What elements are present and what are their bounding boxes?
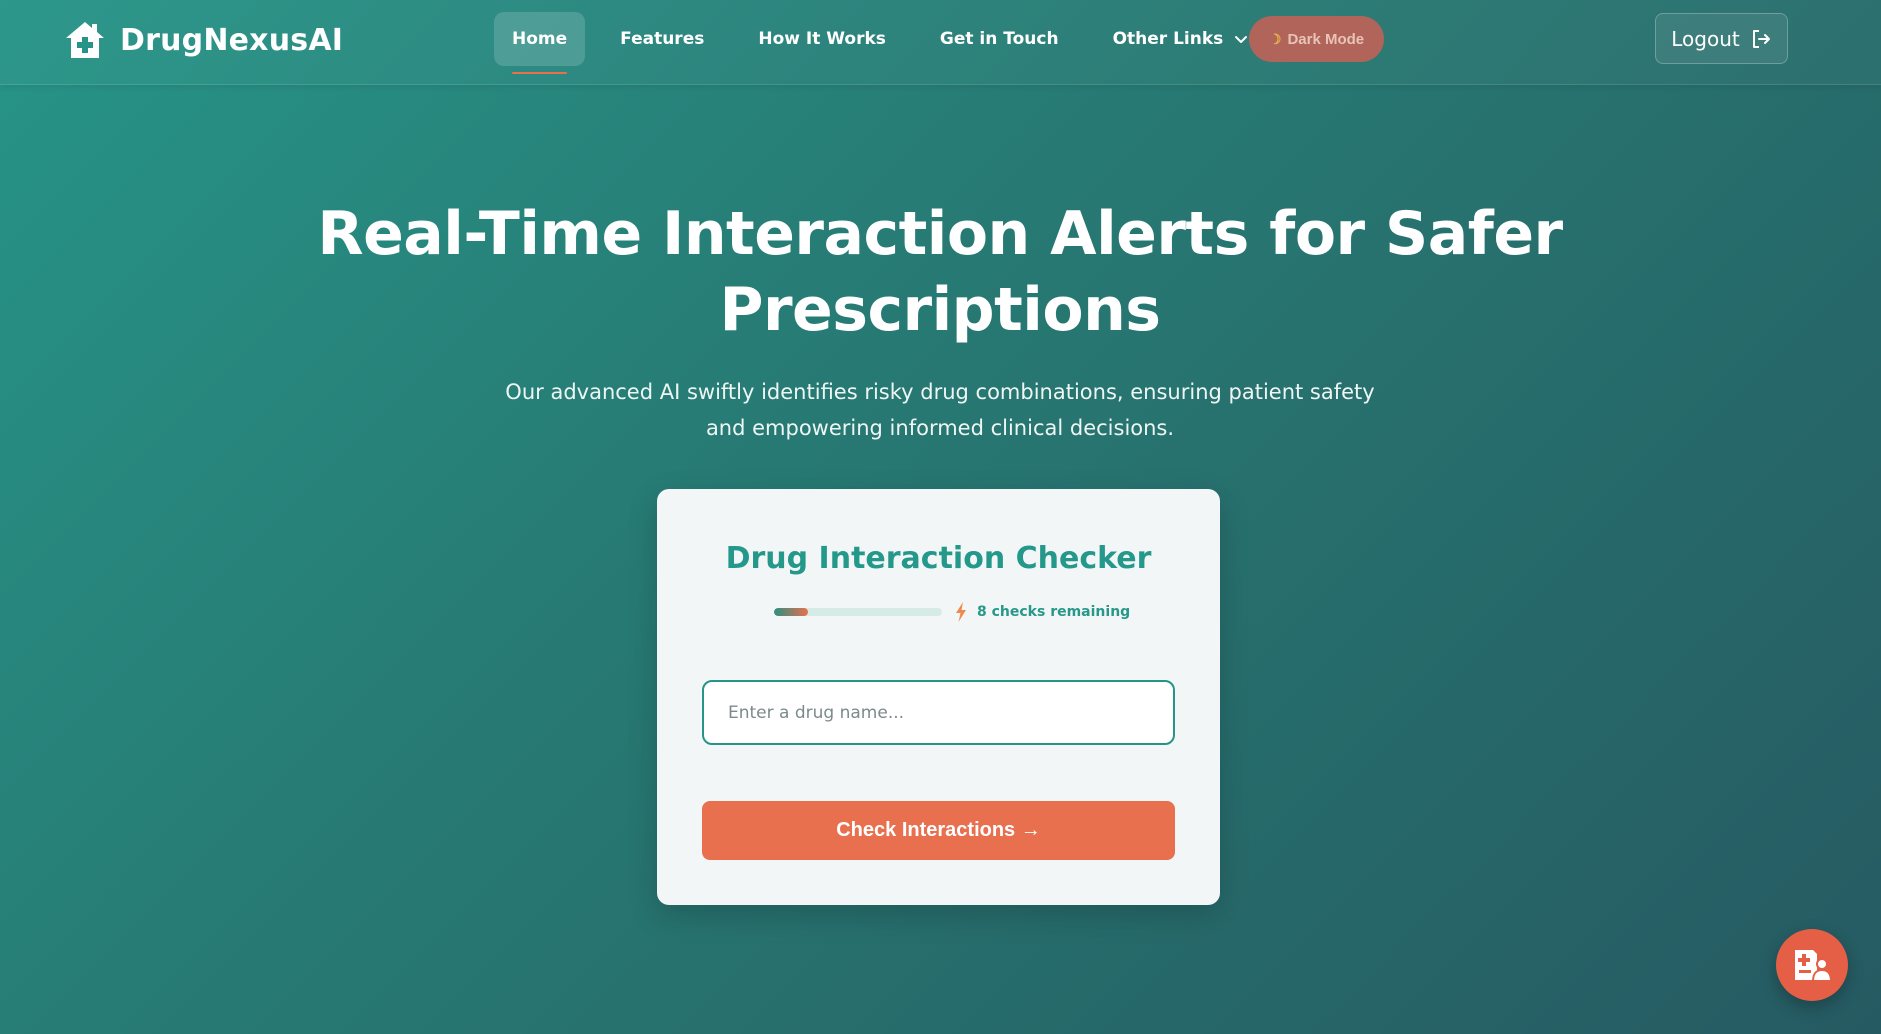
logout-label: Logout [1671,26,1740,51]
checks-remaining: 8 checks remaining [955,602,1130,622]
top-navbar: DrugNexusAI Home Features How It Works G… [0,0,1881,85]
lightning-bolt-icon [956,602,966,622]
house-medical-icon [66,22,104,58]
brand-logo[interactable]: DrugNexusAI [64,18,343,62]
drug-checker-card: Drug Interaction Checker 8 checks remain… [657,489,1220,905]
nav-features[interactable]: Features [602,12,722,66]
hero-title: Real-Time Interaction Alerts for Safer P… [317,199,1563,345]
checker-title: Drug Interaction Checker [725,541,1152,576]
nav-links: Home Features How It Works Get in Touch … [494,11,1297,74]
dark-mode-label: Dark Mode [1287,30,1365,48]
logout-icon [1752,29,1770,48]
usage-progress-fill [774,608,808,616]
dark-mode-toggle[interactable]: ☽ Dark Mode [1249,16,1384,62]
usage-progress-bar [774,608,942,616]
moon-icon: ☽ [1268,30,1282,47]
brand-name: DrugNexusAI [120,22,344,58]
medical-record-icon [1795,950,1831,982]
chevron-down-icon [1235,36,1248,43]
floating-action-button[interactable] [1776,929,1848,1001]
logout-button[interactable]: Logout [1655,13,1788,64]
nav-how-it-works[interactable]: How It Works [740,12,904,66]
drug-name-input[interactable] [702,680,1175,745]
checks-remaining-text: 8 checks remaining [977,604,1131,620]
nav-other-links-dropdown[interactable]: Other Links [1095,12,1268,66]
nav-get-in-touch[interactable]: Get in Touch [922,12,1077,66]
hero-subtitle: Our advanced AI swiftly identifies risky… [505,380,1375,440]
check-interactions-button[interactable]: Check Interactions → [702,801,1175,860]
nav-home[interactable]: Home [494,12,586,74]
nav-other-links-label: Other Links [1112,29,1224,49]
